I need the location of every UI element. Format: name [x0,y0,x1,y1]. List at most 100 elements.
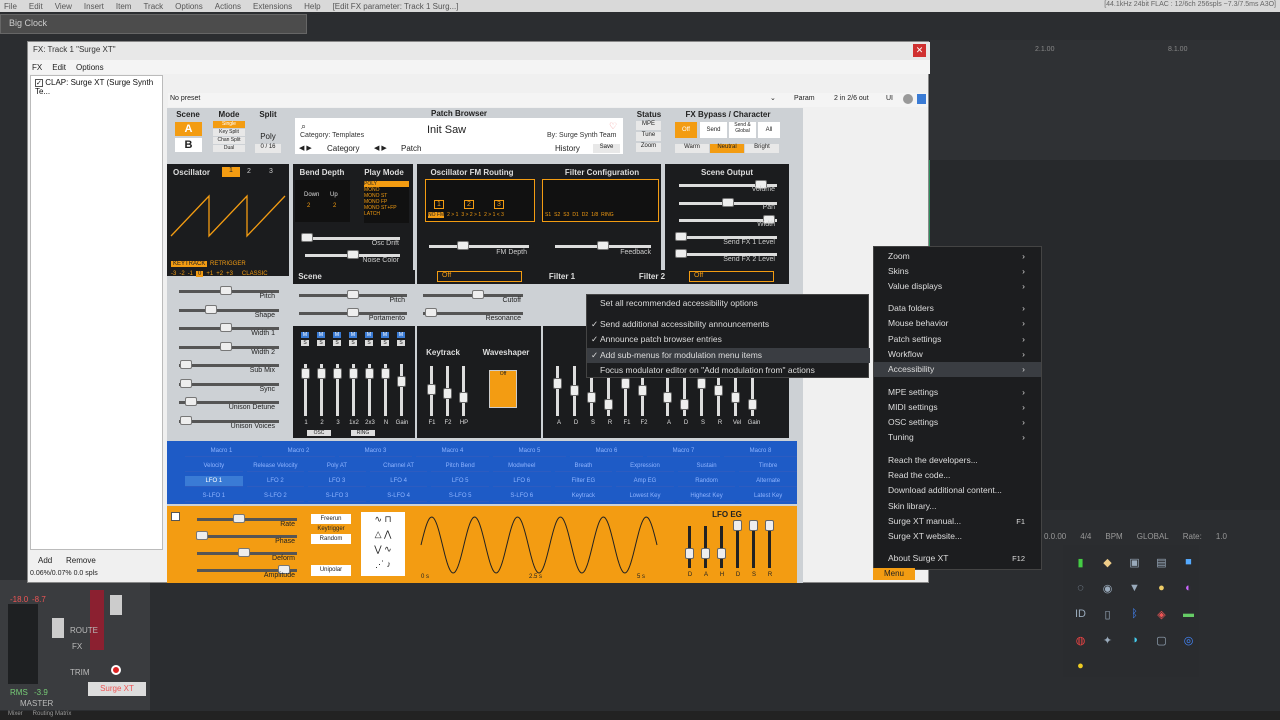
mode-chan-split[interactable]: Chan Split [213,137,245,144]
chevron-down-icon[interactable]: ⌄ [770,94,776,102]
tray-app-icon[interactable]: ▼ [1121,575,1148,601]
filter-option[interactable]: D2 [582,212,588,218]
tray-app-icon[interactable]: ◐ [1175,575,1202,601]
lfo-shape-selector[interactable]: ∿ ⊓ △ ⋀ ⋁ ∿ ⋰ ♪ [361,512,405,576]
tray-app-icon[interactable]: ID [1067,601,1094,627]
main-menu-item[interactable]: About Surge XT F12 [874,551,1041,566]
lfo-trigger-modes[interactable]: Freerun Keytrigger Random [311,514,351,544]
mod-source-button[interactable]: Macro 3 [339,446,412,457]
scene-b-button[interactable]: B [175,138,202,152]
mixer-fader[interactable] [349,368,358,379]
osc-waveform-display[interactable] [169,186,287,246]
osc-param-slider[interactable] [180,415,192,425]
mod-source-button[interactable]: Latest Key [739,491,797,502]
solo-button[interactable]: S [333,340,341,346]
osc-param-slider[interactable] [180,360,192,369]
mod-source-button[interactable]: Highest Key [677,491,736,502]
fm-option[interactable]: 2 > 1 < 3 [484,212,504,218]
mute-button[interactable]: M [365,332,373,338]
lfo-eg-fader[interactable] [749,520,758,531]
filter-option[interactable]: 1/8 [591,212,598,218]
lfo-eg-fader[interactable] [701,548,710,559]
lfo-eg-fader[interactable] [717,548,726,559]
envelope-fader[interactable] [680,399,689,410]
remove-fx-button[interactable]: Remove [66,556,96,565]
tray-app-icon[interactable]: ■ [1175,549,1202,575]
mod-source-button[interactable]: LFO 4 [369,476,428,487]
scene-a-button[interactable]: A [175,122,202,136]
mod-source-button[interactable]: Random [677,476,736,487]
envelope-fader[interactable] [731,392,740,403]
mode-key-split[interactable]: Key Split [213,129,245,136]
fx-plugin-entry[interactable]: CLAP: Surge XT (Surge Synth Te... [35,78,153,96]
filter1-label[interactable]: Filter 1 [537,272,587,281]
mod-source-button[interactable]: LFO 5 [431,476,489,487]
accessibility-menu-item[interactable]: Focus modulator editor on "Add modulatio… [587,363,870,378]
patch-nav[interactable]: Patch [401,144,421,153]
main-menu-item[interactable]: Patch settings › [874,332,1041,347]
solo-button[interactable]: S [301,340,309,346]
mod-source-button[interactable]: Filter EG [554,476,613,487]
menu-button[interactable]: Menu [873,568,915,580]
mode-single[interactable]: Single [213,121,245,128]
mod-source-button[interactable]: LFO 2 [246,476,305,487]
accessibility-menu-item[interactable]: ✓ Send additional accessibility announcem… [587,317,870,332]
main-menu-item[interactable]: Skin library... [874,499,1041,514]
solo-button[interactable]: S [381,340,389,346]
mod-source-button[interactable]: Channel AT [369,461,428,472]
add-fx-button[interactable]: Add [38,556,52,565]
mod-source-button[interactable]: Release Velocity [246,461,305,472]
tray-app-icon[interactable]: ◈ [1148,601,1175,627]
mod-source-button[interactable]: LFO 6 [492,476,551,487]
envelope-fader[interactable] [638,385,647,396]
lfo-keytrigger[interactable]: Keytrigger [311,524,351,534]
keytrack-fader[interactable] [443,388,452,399]
main-menu-item[interactable]: Value displays › [874,279,1041,294]
close-icon[interactable]: ✕ [913,44,926,57]
solo-button[interactable]: S [397,340,405,346]
preset-select[interactable]: No preset [170,95,200,102]
main-menu-item[interactable]: OSC settings › [874,415,1041,430]
osc-1-button[interactable]: 1 [222,167,240,177]
play-mode-list[interactable]: POLY MONO MONO ST MONO FP MONO ST+FP LATCH [364,181,409,223]
lfo-eg-fader[interactable] [733,520,742,531]
bend-up-value[interactable]: 2 [333,203,336,209]
tab-routing-matrix[interactable]: Routing Matrix [33,711,72,720]
tray-app-icon[interactable]: ◎ [1175,627,1202,653]
mute-button[interactable]: M [301,332,309,338]
heart-icon[interactable]: ♡ [609,121,617,132]
mod-source-button[interactable]: Timbre [739,461,797,472]
keytrack-toggle[interactable]: KEYTRACK [171,261,208,267]
mod-source-button[interactable]: Amp EG [616,476,674,487]
mod-source-button[interactable]: Macro 2 [262,446,335,457]
character-warm[interactable]: Warm [675,144,709,153]
global-button[interactable]: GLOBAL [1137,532,1169,541]
mute-button[interactable]: M [333,332,341,338]
bpm-label[interactable]: BPM [1105,532,1122,541]
main-menu-item[interactable]: Read the code... [874,468,1041,483]
menu-options[interactable]: Options [175,2,203,11]
mod-source-button[interactable]: Macro 7 [647,446,720,457]
mute-button[interactable]: M [317,332,325,338]
osc-param-slider[interactable] [180,378,192,388]
octave-selector[interactable]: -3 -2 -1 0 +1 +2 +3 CLASSIC [171,271,268,277]
filter-option[interactable]: S1 [545,212,551,218]
history-button[interactable]: History [555,144,580,153]
octave-option[interactable]: -3 [171,271,176,277]
mod-source-button[interactable]: S-LFO 3 [308,491,366,502]
bypass-off[interactable]: Off [675,122,697,138]
character-bright[interactable]: Bright [745,144,779,153]
mod-source-button[interactable]: Macro 5 [493,446,566,457]
main-menu-item[interactable]: MPE settings › [874,385,1041,400]
tray-app-icon[interactable]: ▢ [1148,627,1175,653]
envelope-fader[interactable] [604,399,613,410]
mod-source-button[interactable]: LFO 1 [185,476,243,487]
fm-routing-display[interactable]: 1 2 3 NO FM 2 > 13 > 2 > 12 > 1 < 3 [425,179,535,222]
mixer-fader[interactable] [381,368,390,379]
checkbox-icon[interactable]: ✓ [35,79,43,87]
tray-app-icon[interactable]: ▯ [1094,601,1121,627]
filter-option[interactable]: S2 [554,212,560,218]
master-fader[interactable] [52,618,64,638]
envelope-fader[interactable] [714,385,723,396]
mixer-fader[interactable] [397,376,406,387]
